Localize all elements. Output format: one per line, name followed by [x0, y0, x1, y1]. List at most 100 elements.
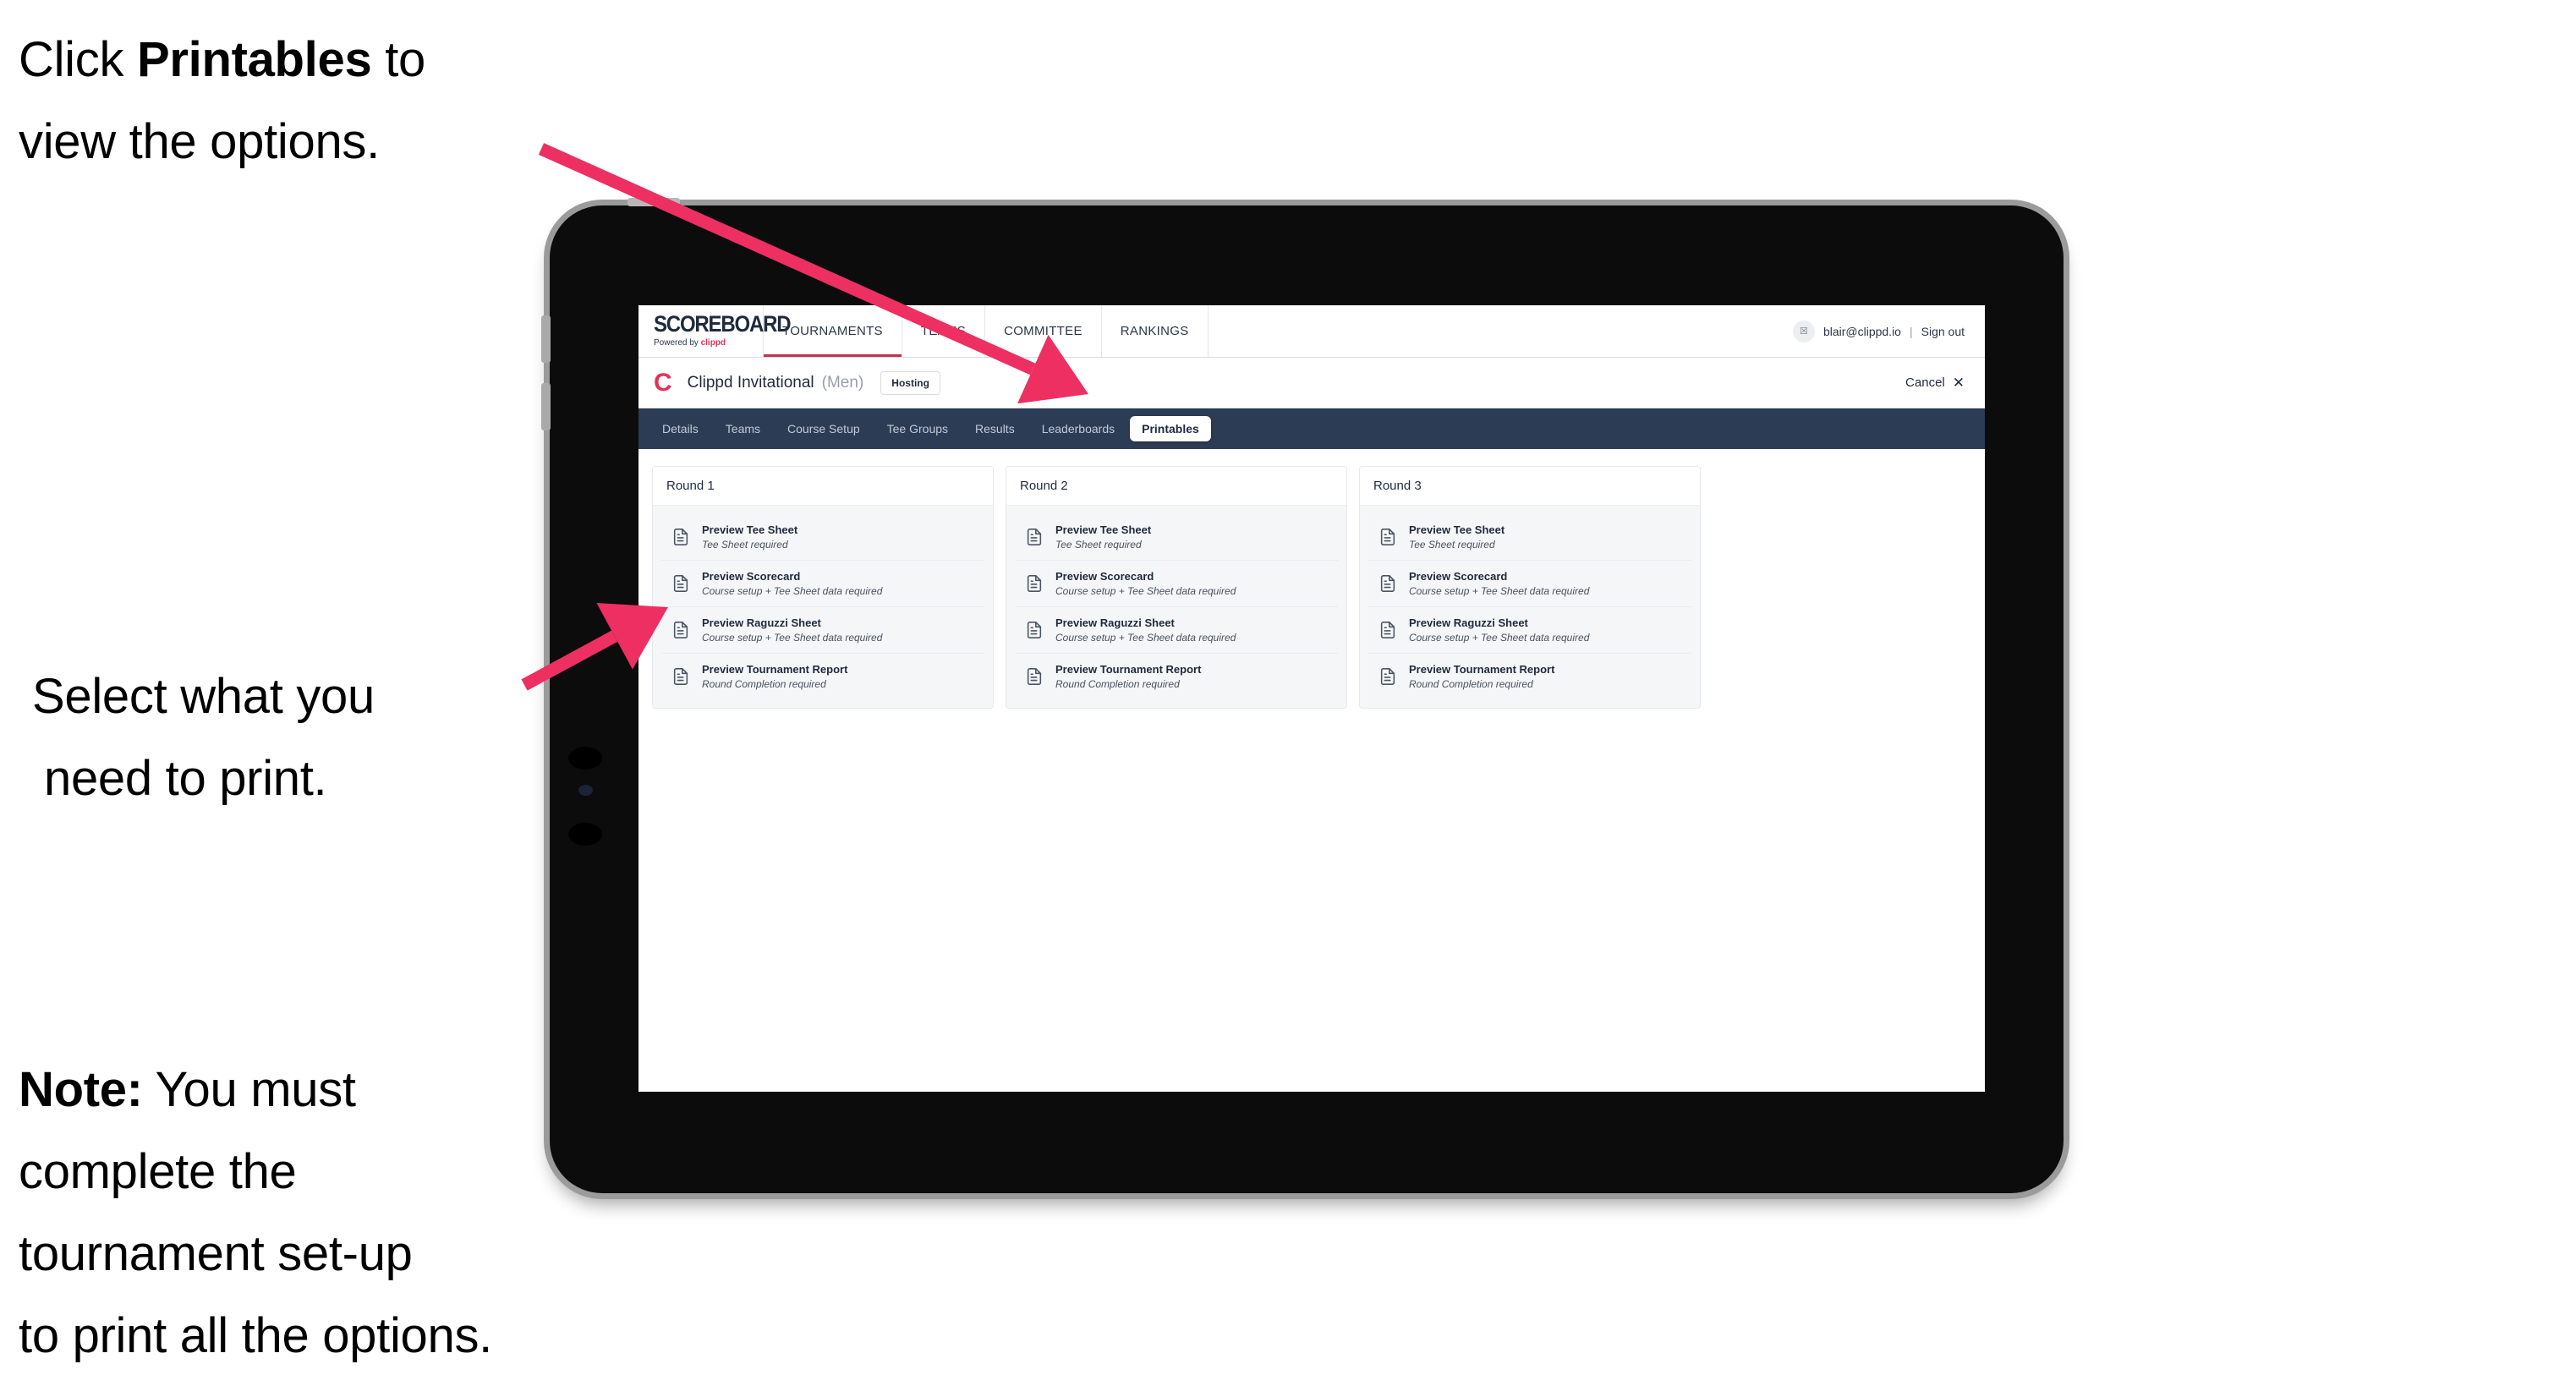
printable-document-row[interactable]: Preview Tournament Report Round Completio… [1015, 654, 1338, 699]
tab-results[interactable]: Results [963, 416, 1027, 441]
avatar[interactable]: ☒ [1792, 320, 1815, 342]
printable-document-row[interactable]: Preview Tournament Report Round Completio… [1368, 654, 1691, 699]
tournament-name: Clippd Invitational [687, 373, 814, 392]
brand-tagline: Powered by clippd [654, 338, 726, 348]
document-text: Preview Scorecard Course setup + Tee Shee… [1409, 570, 1589, 597]
clippd-c-logo: C [654, 368, 672, 397]
document-requirement: Course setup + Tee Sheet data required [1055, 632, 1236, 644]
printable-document-row[interactable]: Preview Raguzzi Sheet Course setup + Tee … [1015, 607, 1338, 654]
tab-teams[interactable]: Teams [714, 416, 772, 441]
nav-item-teams[interactable]: TEAMS [902, 305, 986, 357]
printable-document-row[interactable]: Preview Tournament Report Round Completio… [661, 654, 984, 699]
document-title: Preview Scorecard [1409, 570, 1508, 583]
printable-document-row[interactable]: Preview Tee Sheet Tee Sheet required [661, 514, 984, 561]
document-title: Preview Tee Sheet [702, 523, 798, 536]
annotation-note-line4: to print all the options. [19, 1308, 492, 1363]
document-title: Preview Tournament Report [702, 663, 848, 676]
annotation-select-print: Select what you need to print. [32, 655, 375, 819]
printable-document-row[interactable]: Preview Scorecard Course setup + Tee Shee… [661, 561, 984, 607]
nav-item-rankings[interactable]: RANKINGS [1102, 305, 1209, 357]
printable-document-row[interactable]: Preview Scorecard Course setup + Tee Shee… [1015, 561, 1338, 607]
printable-document-row[interactable]: Preview Raguzzi Sheet Course setup + Tee … [1368, 607, 1691, 654]
cancel-label: Cancel [1905, 375, 1945, 390]
round-column: Round 3 Preview Tee Sheet Tee Sheet requir… [1359, 466, 1701, 709]
close-icon: ✕ [1952, 375, 1965, 391]
document-icon [1025, 526, 1044, 548]
document-icon [671, 572, 690, 594]
document-title: Preview Scorecard [1055, 570, 1154, 583]
top-navigation-bar: SCOREBOARD Powered by clippd TOURNAMENTS… [639, 305, 1985, 358]
round-document-list: Preview Tee Sheet Tee Sheet required Previ… [653, 506, 993, 708]
printable-document-row[interactable]: Preview Tee Sheet Tee Sheet required [1368, 514, 1691, 561]
tournament-header-bar: C Clippd Invitational (Men) Hosting Canc… [639, 358, 1985, 408]
tablet-speaker-hole-bottom [568, 823, 602, 846]
document-text: Preview Raguzzi Sheet Course setup + Tee … [1409, 616, 1589, 644]
annotation-click-printables: Click Printables to view the options. [19, 19, 425, 183]
tournament-gender: (Men) [821, 373, 864, 392]
nav-item-committee[interactable]: COMMITTEE [985, 305, 1102, 357]
document-text: Preview Tee Sheet Tee Sheet required [1409, 523, 1504, 551]
tab-printables[interactable]: Printables [1130, 416, 1211, 441]
round-document-list: Preview Tee Sheet Tee Sheet required Previ… [1360, 506, 1700, 708]
document-icon [1025, 666, 1044, 688]
round-title: Round 3 [1360, 467, 1700, 506]
document-text: Preview Tee Sheet Tee Sheet required [702, 523, 797, 551]
printable-document-row[interactable]: Preview Raguzzi Sheet Course setup + Tee … [661, 607, 984, 654]
printable-document-row[interactable]: Preview Tee Sheet Tee Sheet required [1015, 514, 1338, 561]
document-text: Preview Tournament Report Round Completio… [702, 663, 847, 690]
tablet-camera-icon [578, 785, 593, 796]
annotation-note-line3: tournament set-up [19, 1226, 413, 1281]
tablet-volume-down-button[interactable] [541, 383, 551, 430]
top-nav-account-area: ☒ blair@clippd.io | Sign out [1792, 305, 1985, 357]
printables-rounds-grid: Round 1 Preview Tee Sheet Tee Sheet requir… [639, 449, 1985, 726]
tablet-volume-up-button[interactable] [541, 315, 551, 363]
annotation-middle-line1: Select what you [32, 669, 375, 724]
document-requirement: Course setup + Tee Sheet data required [1409, 585, 1590, 597]
document-requirement: Tee Sheet required [702, 539, 788, 551]
tablet-device: SCOREBOARD Powered by clippd TOURNAMENTS… [541, 198, 2064, 1193]
annotation-note-line2: complete the [19, 1144, 297, 1199]
document-requirement: Course setup + Tee Sheet data required [1409, 632, 1590, 644]
document-title: Preview Tee Sheet [1055, 523, 1152, 536]
top-nav-items: TOURNAMENTS TEAMS COMMITTEE RANKINGS [764, 305, 1209, 357]
document-icon [1378, 619, 1397, 641]
annotation-middle-line2: need to print. [44, 751, 327, 806]
document-title: Preview Raguzzi Sheet [702, 616, 821, 629]
hosting-badge[interactable]: Hosting [880, 370, 940, 395]
annotation-top-line2: view the options. [19, 114, 380, 169]
document-requirement: Round Completion required [702, 678, 826, 690]
tab-tee-groups[interactable]: Tee Groups [875, 416, 960, 441]
document-requirement: Course setup + Tee Sheet data required [702, 585, 883, 597]
round-title: Round 1 [653, 467, 993, 506]
document-title: Preview Tournament Report [1409, 663, 1555, 676]
tab-details[interactable]: Details [650, 416, 710, 441]
brand-wordmark: SCOREBOARD [654, 311, 792, 337]
annotation-top-bold: Printables [136, 32, 372, 87]
printable-document-row[interactable]: Preview Scorecard Course setup + Tee Shee… [1368, 561, 1691, 607]
round-column: Round 2 Preview Tee Sheet Tee Sheet requir… [1006, 466, 1347, 709]
document-title: Preview Tournament Report [1055, 663, 1202, 676]
tab-leaderboards[interactable]: Leaderboards [1030, 416, 1126, 441]
document-text: Preview Raguzzi Sheet Course setup + Tee … [1055, 616, 1236, 644]
document-icon [671, 526, 690, 548]
document-text: Preview Raguzzi Sheet Course setup + Tee … [702, 616, 882, 644]
round-column: Round 1 Preview Tee Sheet Tee Sheet requir… [652, 466, 994, 709]
document-text: Preview Scorecard Course setup + Tee Shee… [1055, 570, 1236, 597]
document-icon [1378, 666, 1397, 688]
tab-course-setup[interactable]: Course Setup [776, 416, 872, 441]
document-text: Preview Tournament Report Round Completio… [1055, 663, 1201, 690]
round-title: Round 2 [1006, 467, 1346, 506]
annotation-top-line1: Click Printables to [19, 32, 426, 87]
sign-out-link[interactable]: Sign out [1921, 325, 1965, 338]
document-requirement: Course setup + Tee Sheet data required [1055, 585, 1236, 597]
document-requirement: Round Completion required [1409, 678, 1533, 690]
document-text: Preview Tournament Report Round Completio… [1409, 663, 1554, 690]
document-title: Preview Scorecard [702, 570, 801, 583]
nav-item-tournaments[interactable]: TOURNAMENTS [764, 305, 902, 357]
tablet-power-button[interactable] [628, 198, 680, 206]
document-requirement: Tee Sheet required [1409, 539, 1495, 551]
cancel-button[interactable]: Cancel ✕ [1905, 375, 1965, 390]
screenshot-stage: Click Printables to view the options. Se… [0, 0, 2576, 1386]
tournament-tab-strip: Details Teams Course Setup Tee Groups Re… [639, 408, 1985, 449]
scoreboard-logo[interactable]: SCOREBOARD Powered by clippd [639, 305, 792, 357]
